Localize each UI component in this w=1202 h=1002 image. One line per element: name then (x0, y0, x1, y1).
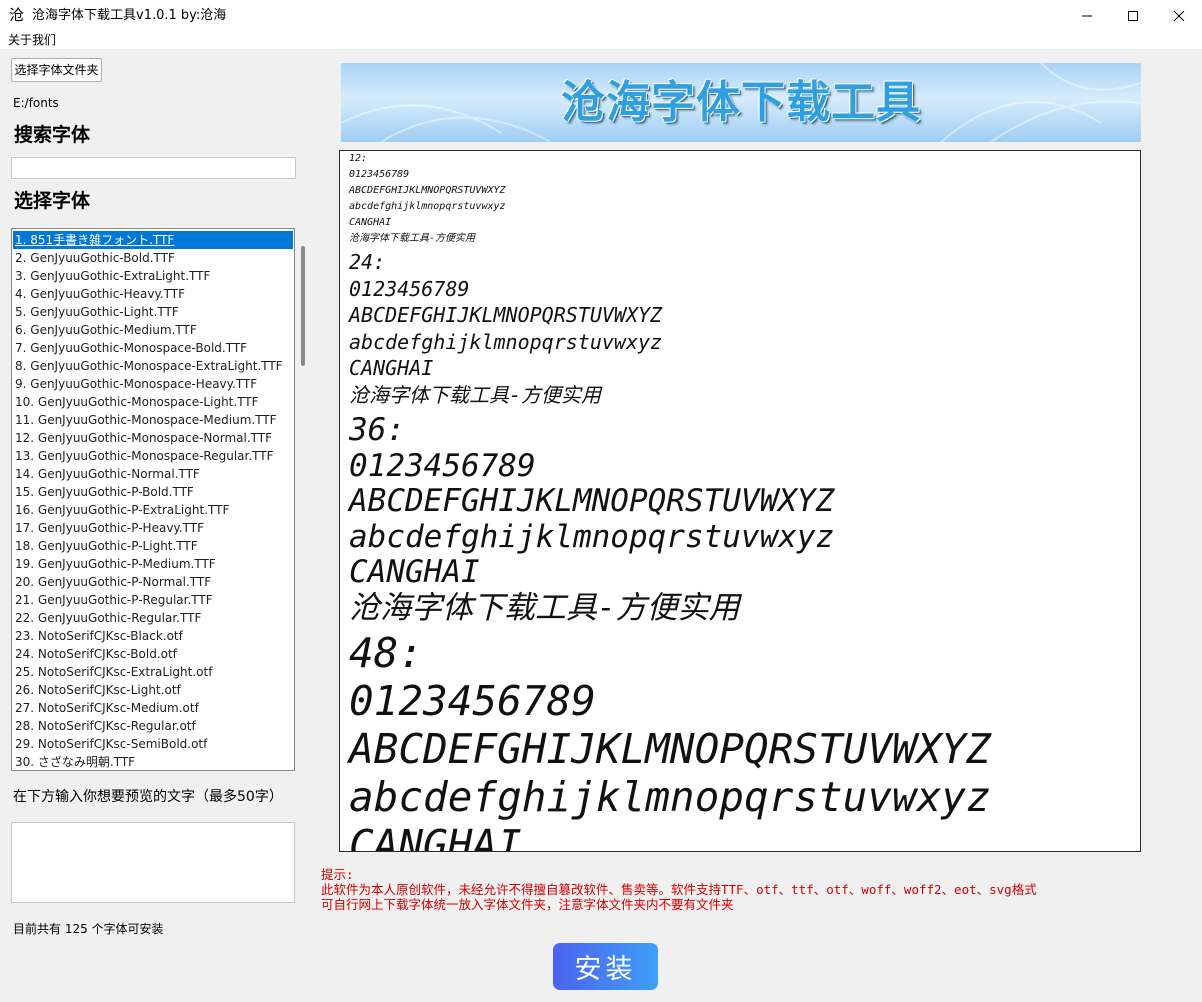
choose-folder-button[interactable]: 选择字体文件夹 (11, 58, 102, 82)
preview-block: 48: 0123456789 ABCDEFGHIJKLMNOPQRSTUVWXYZ a… (349, 629, 991, 852)
font-list-item[interactable]: 3. GenJyuuGothic-ExtraLight.TTF (13, 267, 293, 285)
menu-about[interactable]: 关于我们 (8, 33, 56, 48)
preview-line: CANGHAI (349, 356, 434, 380)
font-list-item[interactable]: 18. GenJyuuGothic-P-Light.TTF (13, 537, 293, 555)
title-bar[interactable]: 沧 沧海字体下载工具v1.0.1 by:沧海 (0, 0, 1202, 31)
folder-path: E:/fonts (13, 96, 59, 110)
font-list-item[interactable]: 20. GenJyuuGothic-P-Normal.TTF (13, 573, 293, 591)
preview-prompt: 在下方输入你想要预览的文字（最多50字） (13, 789, 283, 805)
font-list-item[interactable]: 5. GenJyuuGothic-Light.TTF (13, 303, 293, 321)
preview-size-label: 24: (349, 250, 386, 274)
font-list-item[interactable]: 6. GenJyuuGothic-Medium.TTF (13, 321, 293, 339)
font-list-item[interactable]: 28. NotoSerifCJKsc-Regular.otf (13, 717, 293, 735)
preview-line: 0123456789 (349, 447, 536, 484)
maximize-button[interactable] (1110, 0, 1156, 31)
font-list-item[interactable]: 14. GenJyuuGothic-Normal.TTF (13, 465, 293, 483)
font-list-item[interactable]: 21. GenJyuuGothic-P-Regular.TTF (13, 591, 293, 609)
notes-label: 提示: (321, 867, 354, 882)
preview-line: abcdefghijklmnopqrstuvwxyz (349, 518, 835, 555)
preview-line: 沧海字体下载工具-方便实用 (349, 233, 476, 244)
font-list-item[interactable]: 30. さざなみ明朝.TTF (13, 753, 293, 770)
preview-line: 沧海字体下载工具-方便实用 (349, 589, 740, 626)
minimize-button[interactable] (1064, 0, 1110, 31)
font-list-item[interactable]: 10. GenJyuuGothic-Monospace-Light.TTF (13, 393, 293, 411)
font-list-item[interactable]: 13. GenJyuuGothic-Monospace-Regular.TTF (13, 447, 293, 465)
preview-line: abcdefghijklmnopqrstuvwxyz (349, 773, 991, 821)
font-list-item[interactable]: 26. NotoSerifCJKsc-Light.otf (13, 681, 293, 699)
list-scrollbar-thumb[interactable] (301, 246, 305, 366)
install-button[interactable]: 安装 (553, 943, 658, 990)
notes-line-1: 此软件为本人原创软件，未经允许不得擅自篡改软件、售卖等。软件支持TTF、otf、… (321, 882, 1037, 897)
search-input[interactable] (11, 157, 296, 179)
preview-line: CANGHAI (349, 821, 522, 852)
window-title: 沧海字体下载工具v1.0.1 by:沧海 (32, 8, 227, 23)
font-list-item[interactable]: 23. NotoSerifCJKsc-Black.otf (13, 627, 293, 645)
preview-line: 0123456789 (349, 677, 596, 725)
search-heading: 搜索字体 (14, 124, 91, 146)
font-list-item[interactable]: 25. NotoSerifCJKsc-ExtraLight.otf (13, 663, 293, 681)
preview-block: 24: 0123456789 ABCDEFGHIJKLMNOPQRSTUVWXYZ a… (349, 249, 662, 408)
preview-line: 沧海字体下载工具-方便实用 (349, 382, 602, 407)
preview-line: 0123456789 (349, 276, 470, 301)
font-list-item[interactable]: 29. NotoSerifCJKsc-SemiBold.otf (13, 735, 293, 753)
font-list-item[interactable]: 2. GenJyuuGothic-Bold.TTF (13, 249, 293, 267)
notes: 提示: 此软件为本人原创软件，未经允许不得擅自篡改软件、售卖等。软件支持TTF、… (321, 867, 1191, 912)
preview-text-input[interactable] (11, 822, 295, 903)
font-list-item[interactable]: 24. NotoSerifCJKsc-Bold.otf (13, 645, 293, 663)
preview-line: ABCDEFGHIJKLMNOPQRSTUVWXYZ (349, 303, 663, 327)
preview-line: ABCDEFGHIJKLMNOPQRSTUVWXYZ (349, 483, 835, 519)
select-heading: 选择字体 (14, 190, 91, 212)
font-list-item[interactable]: 16. GenJyuuGothic-P-ExtraLight.TTF (13, 501, 293, 519)
app-icon: 沧 (9, 6, 25, 24)
font-list-item[interactable]: 11. GenJyuuGothic-Monospace-Medium.TTF (13, 411, 293, 429)
preview-line: ABCDEFGHIJKLMNOPQRSTUVWXYZ (349, 725, 991, 773)
banner: 沧海字体下载工具 (341, 63, 1141, 142)
font-list-item[interactable]: 27. NotoSerifCJKsc-Medium.otf (13, 699, 293, 717)
font-list-item[interactable]: 22. GenJyuuGothic-Regular.TTF (13, 609, 293, 627)
notes-line-2: 可自行网上下载字体统一放入字体文件夹，注意字体文件夹内不要有文件夹 (321, 897, 734, 912)
font-list-item[interactable]: 4. GenJyuuGothic-Heavy.TTF (13, 285, 293, 303)
font-list-item[interactable]: 17. GenJyuuGothic-P-Heavy.TTF (13, 519, 293, 537)
preview-line: CANGHAI (349, 554, 480, 590)
preview-line: abcdefghijklmnopqrstuvwxyz (349, 329, 663, 354)
banner-title: 沧海字体下载工具 (561, 77, 921, 128)
preview-size-label: 36: (349, 412, 405, 448)
font-list-item[interactable]: 12. GenJyuuGothic-Monospace-Normal.TTF (13, 429, 293, 447)
font-preview-panel: 12: 0123456789 ABCDEFGHIJKLMNOPQRSTUVWXYZ a… (339, 150, 1141, 852)
minimize-icon (1082, 15, 1092, 16)
font-list[interactable]: 1. 851手書き雑フォント.TTF 2. GenJyuuGothic-Bold.… (11, 228, 295, 771)
close-button[interactable] (1156, 0, 1202, 31)
font-list-item[interactable]: 15. GenJyuuGothic-P-Bold.TTF (13, 483, 293, 501)
menu-bar: 关于我们 (0, 31, 1202, 49)
preview-line: 0123456789 (349, 169, 410, 180)
font-list-item[interactable]: 7. GenJyuuGothic-Monospace-Bold.TTF (13, 339, 293, 357)
preview-size-label: 48: (349, 629, 424, 677)
maximize-icon (1128, 10, 1138, 21)
preview-line: CANGHAI (349, 217, 392, 228)
font-list-item[interactable]: 8. GenJyuuGothic-Monospace-ExtraLight.TT… (13, 357, 293, 375)
preview-line: abcdefghijklmnopqrstuvwxyz (349, 201, 506, 212)
font-count: 目前共有 125 个字体可安装 (13, 922, 164, 936)
preview-line: ABCDEFGHIJKLMNOPQRSTUVWXYZ (349, 185, 506, 196)
preview-size-label: 12: (349, 153, 368, 164)
font-list-item[interactable]: 9. GenJyuuGothic-Monospace-Heavy.TTF (13, 375, 293, 393)
font-list-item[interactable]: 1. 851手書き雑フォント.TTF (13, 231, 293, 249)
font-list-item[interactable]: 19. GenJyuuGothic-P-Medium.TTF (13, 555, 293, 573)
close-icon (1173, 10, 1185, 21)
preview-block: 12: 0123456789 ABCDEFGHIJKLMNOPQRSTUVWXYZ a… (349, 151, 506, 247)
preview-block: 36: 0123456789 ABCDEFGHIJKLMNOPQRSTUVWXYZ a… (349, 412, 835, 626)
